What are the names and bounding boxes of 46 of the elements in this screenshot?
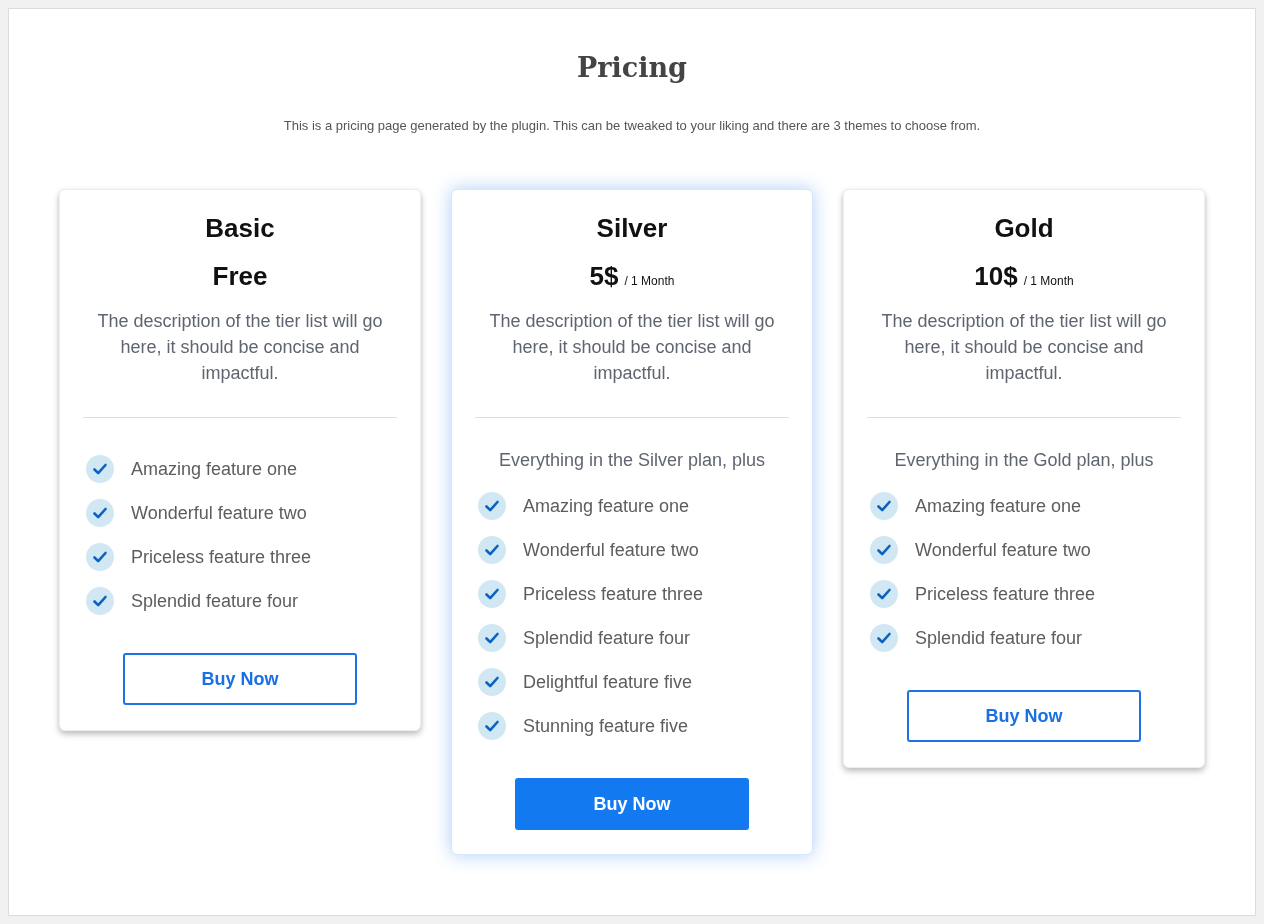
check-icon [86, 499, 114, 527]
plan-price: Free [212, 260, 268, 292]
page-title: Pricing [577, 51, 687, 85]
feature-text: Wonderful feature two [131, 502, 307, 525]
buy-now-button[interactable]: Buy Now [515, 778, 749, 830]
check-icon [478, 492, 506, 520]
feature-text: Amazing feature one [523, 495, 690, 518]
feature-text: Priceless feature three [915, 583, 1096, 606]
feature-text: Splendid feature four [523, 627, 691, 650]
check-icon [86, 587, 114, 615]
plan-description: The description of the tier list will go here, it should be concise and impactful. [96, 310, 384, 385]
feature-text: Priceless feature three [131, 546, 312, 569]
check-icon [870, 492, 898, 520]
buy-now-button[interactable]: Buy Now [123, 653, 357, 705]
check-icon [478, 712, 506, 740]
check-icon [478, 580, 506, 608]
price-period: / 1 Month [624, 274, 675, 288]
check-icon [478, 624, 506, 652]
feature-text: Wonderful feature two [915, 539, 1091, 562]
check-icon [86, 543, 114, 571]
features-heading: Everything in the Silver plan, plus [498, 449, 766, 472]
feature-text: Amazing feature one [915, 495, 1082, 518]
plan-name: Gold [994, 212, 1054, 244]
page-subtitle: This is a pricing page generated by the plugin. This can be tweaked to your liking and there are 3 themes to choose from. [283, 117, 981, 135]
check-icon [86, 455, 114, 483]
price-period: / 1 Month [1023, 274, 1074, 288]
plan-price: 10$ [974, 260, 1018, 292]
feature-text: Stunning feature five [523, 715, 689, 738]
plan-name: Basic [205, 212, 275, 244]
check-icon [478, 536, 506, 564]
plan-name: Silver [596, 212, 668, 244]
check-icon [478, 668, 506, 696]
features-heading: Everything in the Gold plan, plus [894, 449, 1154, 472]
check-icon [870, 580, 898, 608]
plan-description: The description of the tier list will go here, it should be concise and impactful. [488, 310, 776, 385]
feature-text: Delightful feature five [523, 671, 693, 694]
check-icon [870, 536, 898, 564]
feature-text: Amazing feature one [131, 458, 298, 481]
plan-price: 5$ [589, 260, 619, 292]
plan-description: The description of the tier list will go here, it should be concise and impactful. [880, 310, 1168, 385]
feature-text: Priceless feature three [523, 583, 704, 606]
buy-now-button[interactable]: Buy Now [907, 690, 1141, 742]
feature-text: Splendid feature four [131, 590, 299, 613]
feature-text: Wonderful feature two [523, 539, 699, 562]
check-icon [870, 624, 898, 652]
feature-text: Splendid feature four [915, 627, 1083, 650]
